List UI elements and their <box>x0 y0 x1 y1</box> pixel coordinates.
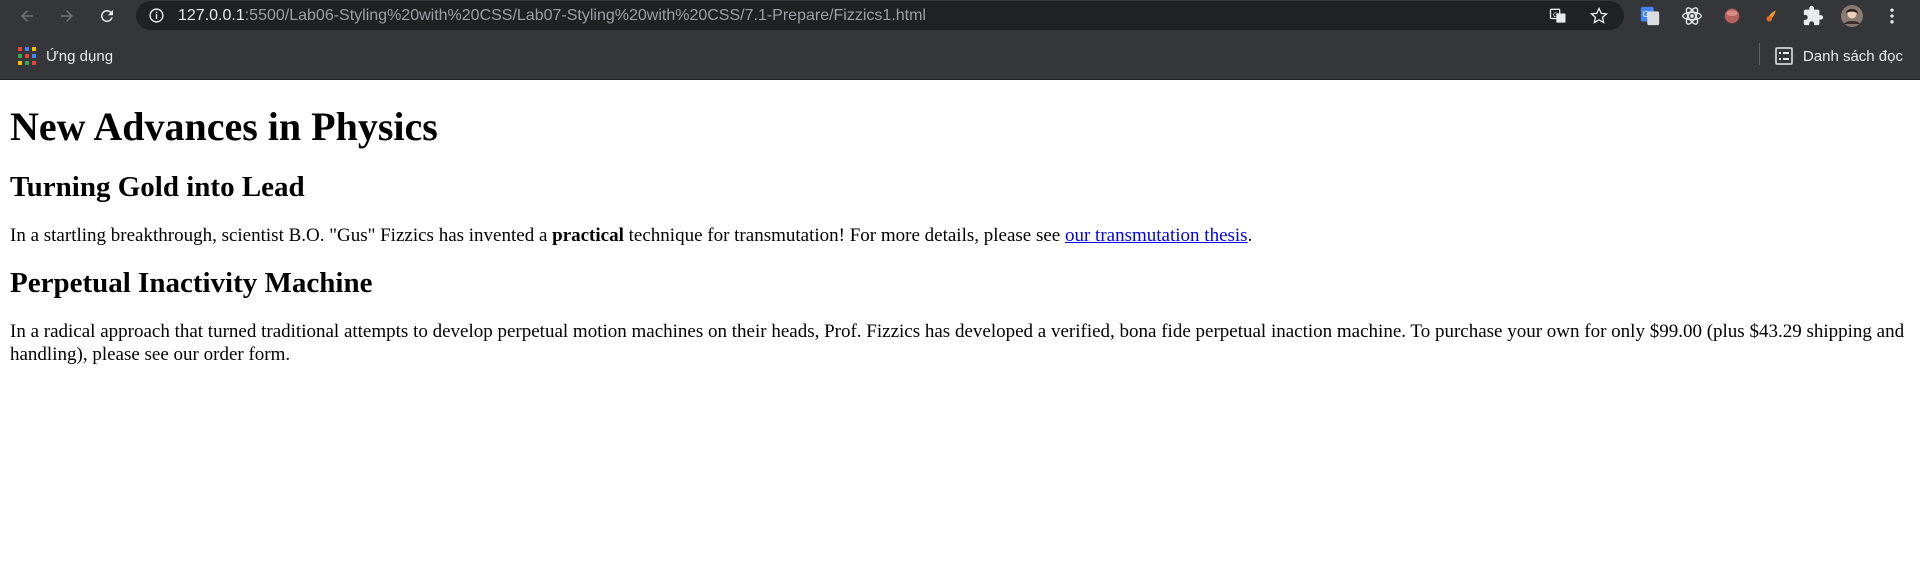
apps-label: Ứng dụng <box>46 47 114 65</box>
emphasis-practical: practical <box>552 225 624 246</box>
forward-arrow-icon <box>61 10 73 22</box>
bookmark-star-icon[interactable] <box>1589 6 1609 26</box>
page-content: New Advances in Physics Turning Gold int… <box>0 103 1920 366</box>
chrome-menu-icon[interactable] <box>1880 4 1904 28</box>
profile-avatar[interactable] <box>1840 4 1864 28</box>
apps-grid-icon <box>18 47 36 65</box>
url-text[interactable]: 127.0.0.1:5500/Lab06-Styling%20with%20CS… <box>178 7 926 25</box>
extension-orange-icon[interactable] <box>1760 4 1784 28</box>
apps-shortcut[interactable]: Ứng dụng <box>18 47 113 65</box>
address-bar[interactable]: 127.0.0.1:5500/Lab06-Styling%20with%20CS… <box>136 1 1624 30</box>
section-heading-gold: Turning Gold into Lead <box>10 171 305 203</box>
reading-list-button[interactable]: Danh sách đọc <box>1775 47 1903 65</box>
reload-button[interactable] <box>94 3 120 29</box>
transmutation-thesis-link[interactable]: our transmutation thesis <box>1065 225 1248 246</box>
svg-text:G: G <box>1553 12 1558 19</box>
google-translate-extension-icon[interactable]: G <box>1638 4 1662 28</box>
browser-toolbar: 127.0.0.1:5500/Lab06-Styling%20with%20CS… <box>0 0 1920 31</box>
back-arrow-icon <box>21 10 33 22</box>
react-devtools-icon[interactable] <box>1680 4 1704 28</box>
forward-button[interactable] <box>54 3 80 29</box>
bookmarks-divider <box>1759 43 1760 65</box>
section-paragraph-gold: In a startling breakthrough, scientist B… <box>10 225 1253 246</box>
section-paragraph-machine: In a radical approach that turned tradit… <box>10 321 1905 365</box>
back-button[interactable] <box>14 3 40 29</box>
page-title: New Advances in Physics <box>10 104 438 149</box>
reading-list-label: Danh sách đọc <box>1802 47 1903 65</box>
translate-icon[interactable]: G <box>1548 6 1568 26</box>
bookmarks-bar: Ứng dụng Danh sách đọc <box>0 31 1920 80</box>
reload-icon <box>100 9 113 22</box>
site-info-icon[interactable] <box>148 7 165 24</box>
svg-text:G: G <box>1643 10 1649 19</box>
reading-list-icon <box>1775 47 1793 65</box>
extension-red-icon[interactable] <box>1720 4 1744 28</box>
section-heading-machine: Perpetual Inactivity Machine <box>10 267 373 299</box>
extensions-puzzle-icon[interactable] <box>1801 4 1825 28</box>
